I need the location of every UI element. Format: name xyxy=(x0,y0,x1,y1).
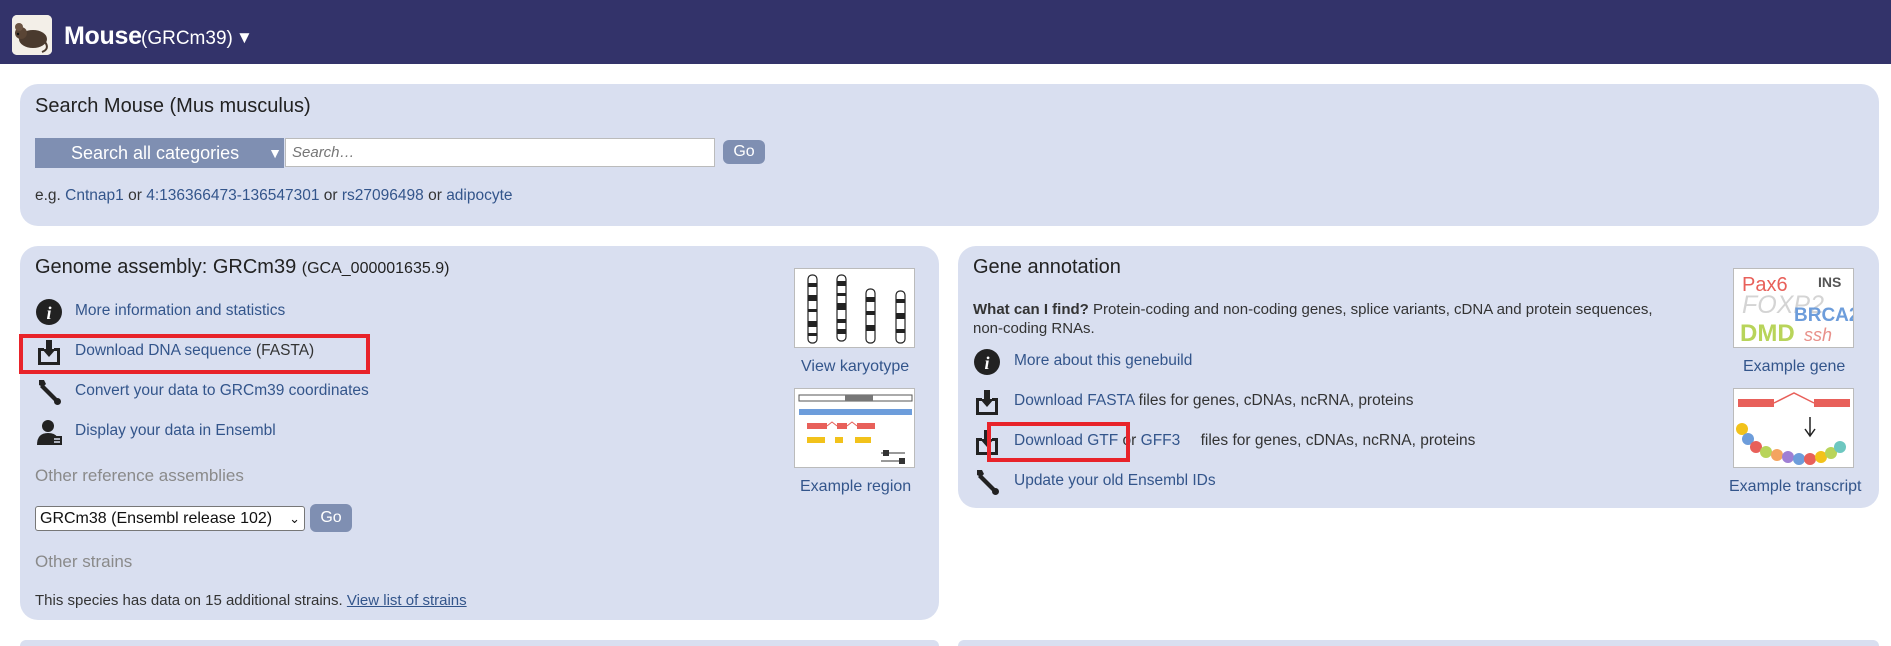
other-assemblies-heading: Other reference assemblies xyxy=(35,466,244,485)
species-assembly[interactable]: (GRCm39) xyxy=(141,28,233,50)
update-ids-link[interactable]: Update your old Ensembl IDs xyxy=(1014,472,1216,490)
highlight-box-download-gtf xyxy=(987,422,1130,462)
search-go-button[interactable]: Go xyxy=(723,140,765,164)
example-link-phenotype[interactable]: adipocyte xyxy=(446,187,512,204)
info-icon: i xyxy=(973,348,1001,376)
example-link-gene[interactable]: Cntnap1 xyxy=(65,187,124,204)
display-data-link[interactable]: Display your data in Ensembl xyxy=(75,422,276,440)
svg-text:i: i xyxy=(984,353,989,373)
chevron-down-icon: ⌄ xyxy=(289,511,300,526)
species-dropdown-caret-icon[interactable]: ▼ xyxy=(236,28,253,48)
highlight-box-download-dna xyxy=(19,334,370,374)
view-strains-link[interactable]: View list of strains xyxy=(347,592,467,609)
other-strains-heading: Other strains xyxy=(35,552,133,571)
wrench-icon xyxy=(35,378,63,406)
assembly-go-button[interactable]: Go xyxy=(310,504,352,532)
gene-annotation-title: Gene annotation xyxy=(973,256,1121,278)
search-examples: e.g. Cntnap1 or 4:136366473-136547301 or… xyxy=(35,187,513,204)
next-panel-right xyxy=(958,640,1879,646)
genome-assembly-title: Genome assembly: GRCm39 (GCA_000001635.9… xyxy=(35,256,450,278)
top-header: Mouse (GRCm39) ▼ xyxy=(0,0,1891,64)
search-title: Search Mouse (Mus musculus) xyxy=(35,95,311,117)
wrench-icon xyxy=(973,468,1001,496)
mouse-logo-icon[interactable] xyxy=(12,15,52,55)
next-panel-left xyxy=(20,640,939,646)
svg-text:i: i xyxy=(46,303,51,323)
download-fasta-link[interactable]: Download FASTA xyxy=(1014,392,1134,409)
user-data-icon xyxy=(35,418,63,446)
svg-text:ssh: ssh xyxy=(1804,325,1832,345)
strains-row: This species has data on 15 additional s… xyxy=(35,592,467,609)
search-category-dropdown[interactable]: Search all categories ▼ xyxy=(35,138,284,168)
what-can-i-find-text: What can I find? Protein-coding and non-… xyxy=(973,301,1653,337)
gff3-link[interactable]: GFF3 xyxy=(1141,432,1181,449)
species-title[interactable]: Mouse xyxy=(64,22,142,51)
search-input[interactable] xyxy=(285,138,715,167)
svg-text:INS: INS xyxy=(1818,274,1841,290)
karyotype-thumbnail[interactable] xyxy=(794,268,915,348)
download-fasta-row: Download FASTA files for genes, cDNAs, n… xyxy=(1014,392,1414,409)
genebuild-link[interactable]: More about this genebuild xyxy=(1014,352,1192,370)
example-region-thumbnail[interactable] xyxy=(794,388,915,468)
view-karyotype-link[interactable]: View karyotype xyxy=(801,358,909,376)
more-information-link[interactable]: More information and statistics xyxy=(75,302,285,320)
convert-coordinates-link[interactable]: Convert your data to GRCm39 coordinates xyxy=(75,382,369,400)
assembly-select[interactable]: GRCm38 (Ensembl release 102) ⌄ xyxy=(35,506,305,531)
chevron-down-icon: ▼ xyxy=(268,145,282,161)
info-icon: i xyxy=(35,298,63,326)
example-link-variant[interactable]: rs27096498 xyxy=(342,187,424,204)
search-category-label: Search all categories xyxy=(71,143,240,163)
example-region-link[interactable]: Example region xyxy=(800,478,911,496)
svg-text:DMD: DMD xyxy=(1740,320,1795,347)
example-gene-thumbnail[interactable]: Pax6 INS FOXP2 BRCA2 DMD ssh xyxy=(1733,268,1854,348)
example-transcript-thumbnail[interactable] xyxy=(1733,388,1854,468)
download-icon xyxy=(973,388,1001,416)
example-gene-link[interactable]: Example gene xyxy=(1743,358,1845,376)
example-transcript-link[interactable]: Example transcript xyxy=(1729,478,1862,496)
example-link-location[interactable]: 4:136366473-136547301 xyxy=(146,187,319,204)
svg-text:BRCA2: BRCA2 xyxy=(1794,305,1854,326)
